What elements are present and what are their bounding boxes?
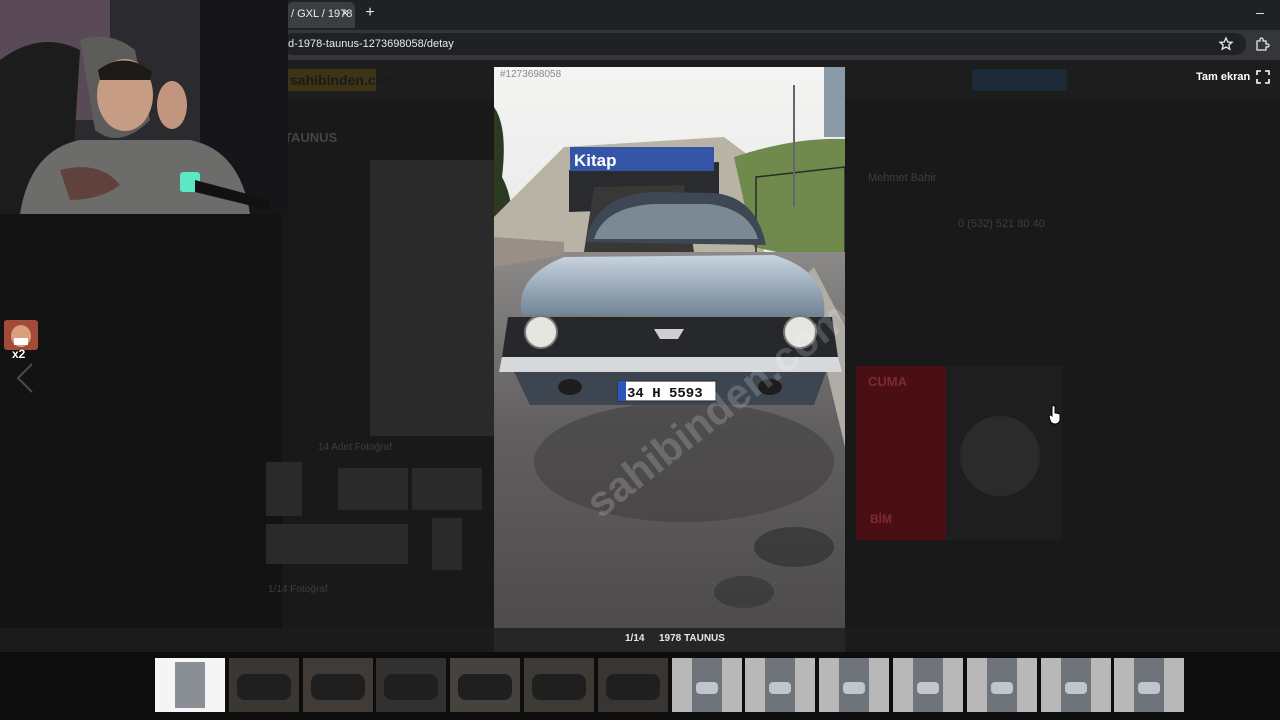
thumbnail-7[interactable] (598, 658, 668, 712)
thumbnail-1[interactable] (155, 658, 225, 712)
thumbnail-4[interactable] (376, 658, 446, 712)
streamer-webcam (0, 0, 288, 214)
photo-number: #1273698058 (500, 69, 562, 80)
photo-count-label: 1/14 Fotoğraf (268, 584, 328, 595)
ad-product-image (960, 416, 1040, 496)
thumbnail-13[interactable] (1041, 658, 1111, 712)
ad-headline: CUMA (868, 374, 907, 389)
thumbnail-14[interactable] (1114, 658, 1184, 712)
hand-cursor-icon (1048, 405, 1061, 425)
page-thumb[interactable] (338, 524, 408, 564)
post-ad-button[interactable] (972, 69, 1067, 91)
fullscreen-label: Tam ekran (1196, 71, 1251, 83)
bim-ad-banner[interactable]: CUMA BİM (856, 366, 946, 540)
photo-counter: 1/14 (625, 633, 645, 644)
thumbnail-10[interactable] (819, 658, 889, 712)
thumbnail-3[interactable] (303, 658, 373, 712)
seller-phone: 0 (532) 521 80 40 (958, 218, 1045, 230)
emote-count: x2 (12, 347, 26, 361)
thumbnail-5[interactable] (450, 658, 520, 712)
listing-main-photo[interactable] (370, 160, 494, 436)
banner-text: Kitap (574, 151, 617, 170)
url-text: d-1978-taunus-1273698058/detay (288, 38, 454, 50)
thumbnail-11[interactable] (893, 658, 963, 712)
expand-icon (1256, 70, 1271, 84)
page-thumb[interactable] (432, 518, 462, 570)
photo-caption-title: 1978 TAUNUS (659, 633, 725, 644)
page-thumb[interactable] (266, 524, 338, 564)
thumbnail-6[interactable] (524, 658, 594, 712)
listing-title: TAUNUS (284, 130, 338, 145)
thumbnail-12[interactable] (967, 658, 1037, 712)
thumbnail-8[interactable] (672, 658, 742, 712)
ad-product-area (946, 366, 1062, 540)
thumbnail-2[interactable] (229, 658, 299, 712)
thumbnails-label: 14 Adet Fotoğraf (318, 442, 392, 453)
thumbnail-9[interactable] (745, 658, 815, 712)
viewer-main-photo[interactable]: Kitap 34 H 5593 sahibinden.com (494, 67, 845, 629)
fullscreen-button[interactable]: Tam ekran (1196, 68, 1271, 86)
minimize-icon[interactable]: – (1250, 4, 1270, 22)
page-thumb[interactable] (412, 468, 482, 510)
ad-brand: BİM (870, 512, 892, 526)
chevron-left-icon[interactable] (12, 362, 38, 394)
seller-name: Mehmet Bahir (868, 172, 937, 184)
new-tab-icon[interactable]: + (362, 5, 378, 21)
page-thumb[interactable] (338, 468, 408, 510)
tab-close-icon[interactable]: × (338, 6, 352, 20)
page-thumb[interactable] (266, 462, 302, 516)
extensions-puzzle-icon[interactable] (1254, 36, 1270, 52)
bookmark-star-icon[interactable] (1218, 36, 1234, 52)
site-logo[interactable]: sahibinden.com (286, 69, 397, 91)
